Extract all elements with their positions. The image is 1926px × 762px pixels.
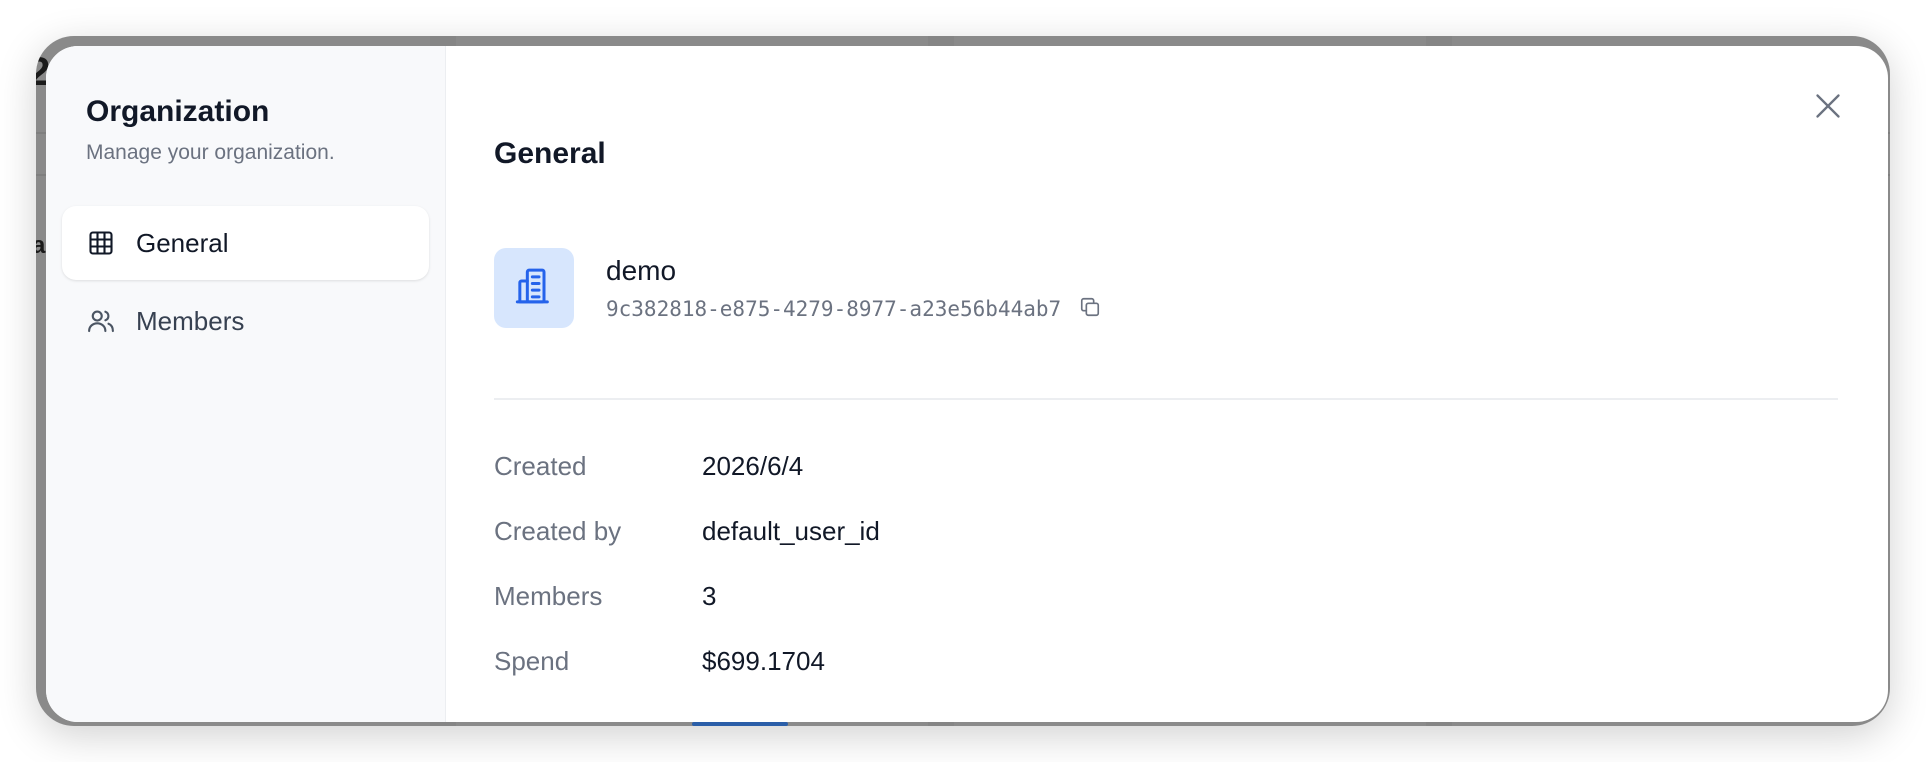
org-avatar	[494, 248, 574, 328]
detail-label: Created by	[494, 516, 622, 546]
detail-value: 3	[702, 581, 717, 611]
close-button[interactable]	[1808, 88, 1848, 128]
detail-row-created: Created 2026/6/4	[494, 434, 1888, 499]
backdrop-text-fragment: a	[36, 232, 46, 259]
sidebar-item-members[interactable]: Members	[62, 284, 429, 358]
grid-icon	[86, 228, 116, 258]
detail-label: Members	[494, 581, 603, 611]
org-id: 9c382818-e875-4279-8977-a23e56b44ab7	[606, 297, 1062, 321]
org-summary: demo 9c382818-e875-4279-8977-a23e56b44ab…	[494, 248, 1888, 328]
org-id-row: 9c382818-e875-4279-8977-a23e56b44ab7	[606, 296, 1103, 322]
detail-value: 2026/6/4	[702, 451, 804, 481]
detail-label: Created	[494, 451, 587, 481]
backdrop-accent-bar	[692, 722, 788, 726]
org-name: demo	[606, 255, 677, 286]
sidebar-item-label: Members	[136, 305, 245, 336]
main-panel: General demo 9c382818-e875-4279-8977-a23…	[446, 46, 1888, 722]
org-details: Created 2026/6/4 Created by default_user…	[494, 434, 1888, 694]
org-info: demo 9c382818-e875-4279-8977-a23e56b44ab…	[606, 254, 1103, 322]
detail-row-spend: Spend $699.1704	[494, 629, 1888, 694]
sidebar-nav: General Members	[46, 206, 445, 358]
detail-label: Spend	[494, 646, 570, 676]
detail-row-created-by: Created by default_user_id	[494, 499, 1888, 564]
users-icon	[86, 306, 116, 336]
organization-modal: Organization Manage your organization. G…	[46, 46, 1888, 722]
copy-id-button[interactable]	[1077, 296, 1103, 322]
modal-sidebar: Organization Manage your organization. G…	[46, 46, 446, 722]
building-icon	[514, 266, 554, 311]
close-icon	[1814, 92, 1842, 125]
detail-row-members: Members 3	[494, 564, 1888, 629]
detail-value: default_user_id	[702, 516, 880, 546]
section-divider	[494, 398, 1838, 400]
sidebar-item-label: General	[136, 227, 229, 258]
detail-value: $699.1704	[702, 646, 825, 676]
page-title: General	[494, 137, 606, 170]
sidebar-subtitle: Manage your organization.	[86, 141, 335, 164]
sidebar-title: Organization	[86, 95, 270, 128]
sidebar-item-general[interactable]: General	[62, 206, 429, 280]
copy-icon	[1079, 296, 1101, 323]
